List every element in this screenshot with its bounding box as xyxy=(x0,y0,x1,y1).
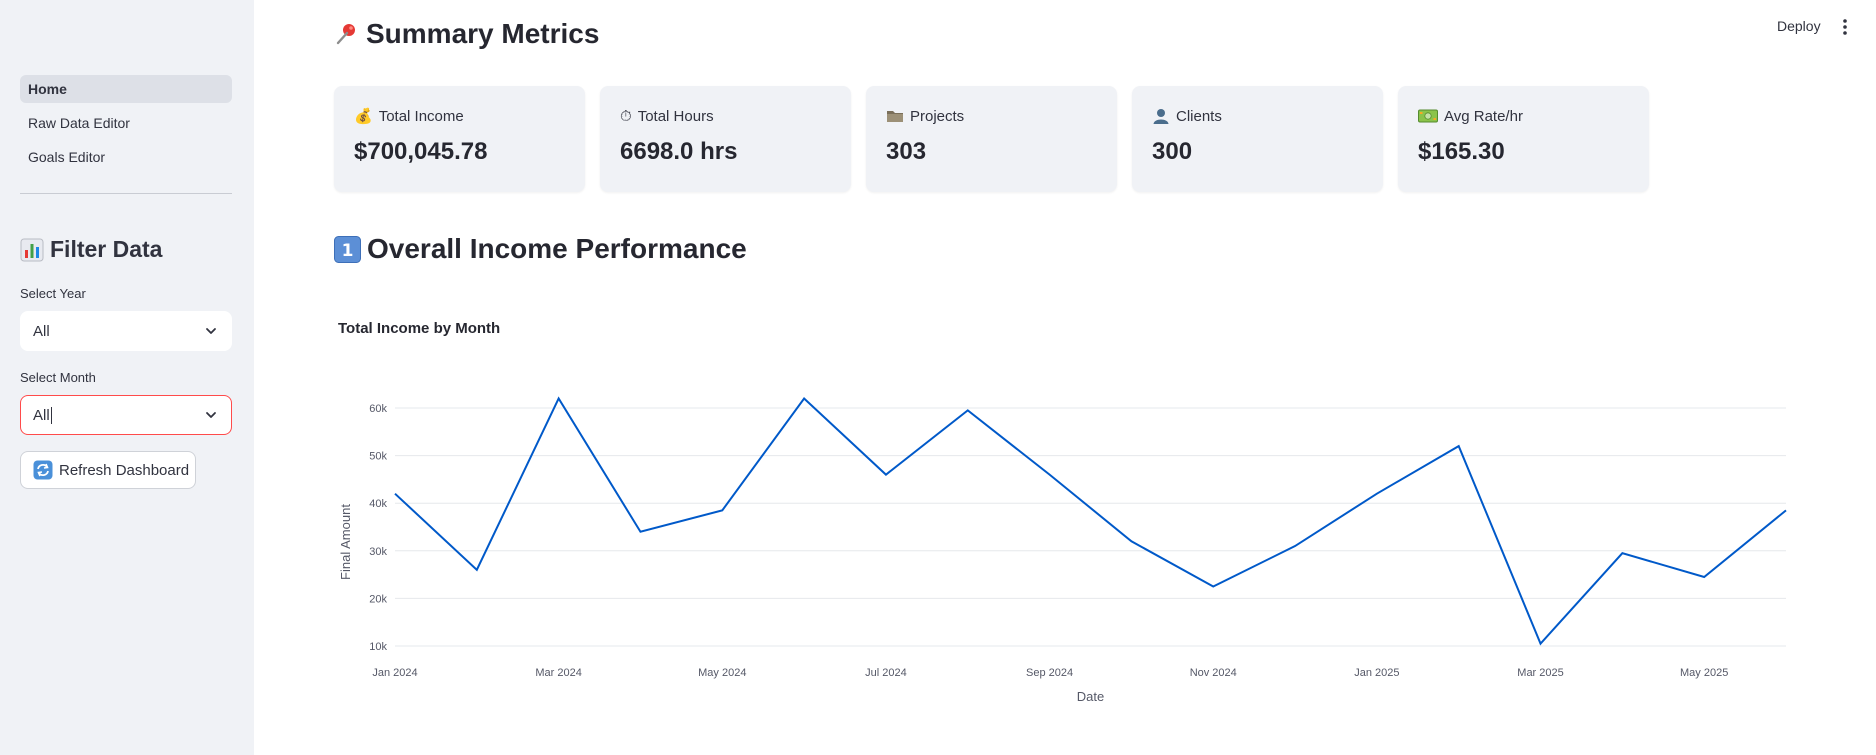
performance-title: Overall Income Performance xyxy=(367,233,747,264)
metric-value: 303 xyxy=(886,138,927,165)
year-select[interactable]: All xyxy=(20,311,232,351)
keycap-one-icon: 1 xyxy=(334,235,361,263)
metric-label: Total Income xyxy=(378,107,464,125)
month-select[interactable]: All xyxy=(20,395,232,435)
filter-heading: Filter Data xyxy=(20,236,162,263)
person-icon xyxy=(1153,109,1169,124)
x-tick-label: Jul 2024 xyxy=(865,667,907,679)
sidebar-item-goals-editor[interactable]: Goals Editor xyxy=(20,143,232,171)
x-tick-label: Mar 2025 xyxy=(1517,667,1563,679)
y-tick-label: 50k xyxy=(369,451,387,463)
refresh-dashboard-button[interactable]: Refresh Dashboard xyxy=(20,451,196,489)
series-line xyxy=(394,396,1787,646)
filter-title: Filter Data xyxy=(50,236,163,262)
pushpin-icon xyxy=(336,24,355,45)
refresh-icon xyxy=(33,460,53,480)
x-tick-label: Nov 2024 xyxy=(1190,667,1237,679)
sidebar-nav: Home Raw Data Editor Goals Editor xyxy=(20,75,232,177)
text-caret xyxy=(50,406,52,424)
chevron-down-icon xyxy=(206,328,216,334)
metric-label-row: 💰 Total Income xyxy=(354,106,565,126)
metric-value: $700,045.78 xyxy=(354,138,488,165)
performance-heading: 1 Overall Income Performance xyxy=(334,233,747,265)
metric-value: $165.30 xyxy=(1418,138,1505,165)
y-axis-label: Final Amount xyxy=(338,504,353,580)
deploy-button[interactable]: Deploy xyxy=(1777,18,1821,34)
chevron-down-icon xyxy=(206,412,216,418)
metric-card-avg-rate: Avg Rate/hr $165.30 xyxy=(1398,86,1649,192)
x-tick-label: May 2025 xyxy=(1680,667,1728,679)
metric-label-row: ⏱ Total Hours xyxy=(620,106,831,126)
x-axis-label: Date xyxy=(1077,689,1104,704)
dollar-banknote-icon xyxy=(1418,109,1438,123)
metric-card-total-income: 💰 Total Income $700,045.78 xyxy=(334,86,585,192)
metric-label: Total Hours xyxy=(637,107,714,125)
y-tick-label: 60k xyxy=(369,403,387,415)
y-tick-label: 30k xyxy=(369,546,387,558)
y-tick-label: 20k xyxy=(369,593,387,605)
year-select-value: All xyxy=(33,322,50,340)
sidebar: Home Raw Data Editor Goals Editor Filter… xyxy=(0,0,254,755)
metric-card-total-hours: ⏱ Total Hours 6698.0 hrs xyxy=(600,86,851,192)
y-tick-label: 10k xyxy=(369,641,387,653)
stopwatch-icon: ⏱ xyxy=(620,107,632,125)
refresh-dashboard-label: Refresh Dashboard xyxy=(59,461,190,479)
metric-card-clients: Clients 300 xyxy=(1132,86,1383,192)
metric-label-row: Avg Rate/hr xyxy=(1418,106,1629,126)
sidebar-item-home[interactable]: Home xyxy=(20,75,232,103)
sidebar-divider xyxy=(20,193,232,194)
metric-card-projects: Projects 303 xyxy=(866,86,1117,192)
metric-label: Projects xyxy=(910,107,965,125)
svg-text:1: 1 xyxy=(342,241,354,261)
metric-label-row: Clients xyxy=(1152,106,1363,126)
x-tick-label: Mar 2024 xyxy=(535,667,581,679)
folder-icon xyxy=(887,111,903,122)
x-tick-label: Jan 2025 xyxy=(1354,667,1399,679)
y-tick-label: 40k xyxy=(369,498,387,510)
month-select-value: All xyxy=(33,406,50,424)
metric-value: 6698.0 hrs xyxy=(620,138,738,165)
more-menu-icon[interactable] xyxy=(1838,18,1852,36)
year-label: Select Year xyxy=(20,286,86,301)
x-tick-label: Sep 2024 xyxy=(1026,667,1073,679)
money-bag-icon: 💰 xyxy=(354,107,373,125)
month-label: Select Month xyxy=(20,370,96,385)
summary-title: Summary Metrics xyxy=(366,18,600,49)
metric-label: Avg Rate/hr xyxy=(1444,107,1523,125)
summary-heading: Summary Metrics xyxy=(334,18,599,50)
metric-value: 300 xyxy=(1152,138,1193,165)
sidebar-item-raw-data-editor[interactable]: Raw Data Editor xyxy=(20,109,232,137)
income-line-chart: 10k 20k 30k 40k 50k 60k Jan 2024 Mar 2024 May 20… xyxy=(338,396,1787,704)
metric-label-row: Projects xyxy=(886,106,1097,126)
bar-chart-icon xyxy=(20,238,44,261)
x-tick-label: Jan 2024 xyxy=(372,667,417,679)
chart-title: Total Income by Month xyxy=(338,320,501,337)
x-tick-label: May 2024 xyxy=(698,667,746,679)
metric-label: Clients xyxy=(1176,107,1222,125)
